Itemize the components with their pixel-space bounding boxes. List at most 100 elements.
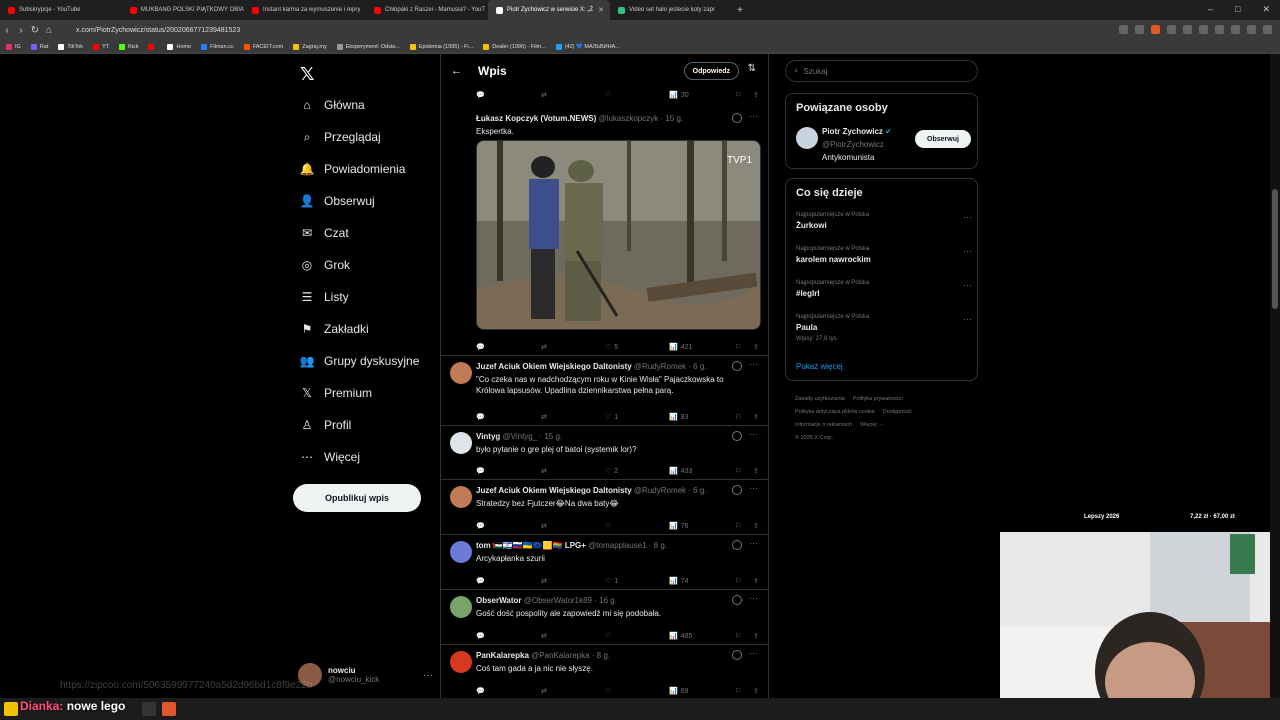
app-icon[interactable] <box>142 702 156 716</box>
reload-icon[interactable]: ↻ <box>28 25 42 36</box>
trend-item[interactable]: Najpopularniejsze w Polska karolem nawroc… <box>796 246 972 264</box>
bookmark-item[interactable]: Kick <box>119 43 138 50</box>
close-tab-icon[interactable]: ✕ <box>598 6 604 14</box>
tweet-author-name[interactable]: Łukasz Kopczyk (Votum.NEWS) <box>476 114 596 123</box>
browser-tab[interactable]: Piotr Zychowicz w serwisie X: „Ż ✕ <box>488 0 610 20</box>
tweet-author-name[interactable]: tom 🇵🇸🇮🇱🇷🇺🇺🇦🇪🇺🟨🏳️‍🌈 LPG+ <box>476 541 586 550</box>
like-icon[interactable]: ♡ 1 <box>605 577 669 586</box>
grok-icon[interactable] <box>732 595 742 605</box>
more-icon[interactable]: ··· <box>749 429 758 439</box>
reply-icon[interactable]: 💬 <box>476 343 541 351</box>
trend-item[interactable]: Najpopularniejsze w Polska #leglrl ··· <box>796 280 972 298</box>
new-tab-button[interactable]: + <box>732 5 748 16</box>
footer-link[interactable]: Informacje o reklamach <box>795 422 852 428</box>
share-icon[interactable]: ⇪ <box>753 522 759 530</box>
like-icon[interactable]: ♡ <box>605 632 669 640</box>
home-icon[interactable]: ⌂ <box>42 25 56 36</box>
sidebar-item-lists[interactable]: ☰ Listy <box>300 285 349 309</box>
footer-link[interactable]: Więcej ··· <box>860 422 884 428</box>
like-icon[interactable]: ♡ <box>605 91 669 99</box>
share-icon[interactable]: ⇪ <box>753 343 759 351</box>
sidebar-item-communities[interactable]: 👥 Grupy dyskusyjne <box>300 349 420 373</box>
tweet[interactable]: ObserWator @ObserWator1k89 · 16 g. ··· Goś… <box>441 590 768 645</box>
minimize-button[interactable]: – <box>1208 4 1213 15</box>
more-icon[interactable]: ··· <box>749 648 758 658</box>
bookmark-icon[interactable]: ⚐ <box>735 343 753 351</box>
footer-link[interactable]: Polityka dotycząca plików cookie <box>795 409 875 415</box>
bookmark-item[interactable]: Home <box>167 43 191 50</box>
back-arrow-icon[interactable]: ‹ <box>0 25 14 36</box>
bookmark-item[interactable]: Zagraj.my <box>293 43 327 50</box>
more-icon[interactable]: ··· <box>963 280 972 290</box>
filter-icon[interactable]: ⇅ <box>748 63 756 74</box>
extension-icon[interactable] <box>1231 25 1240 34</box>
tweet[interactable]: Juzef Aciuk Okiem Wiejskiego Daltonisty … <box>441 356 768 426</box>
extension-icon[interactable] <box>1199 25 1208 34</box>
bookmark-icon[interactable]: ⚐ <box>735 687 753 695</box>
avatar[interactable] <box>450 541 472 563</box>
tweet[interactable]: Łukasz Kopczyk (Votum.NEWS) @lukaszkopcz… <box>441 108 768 356</box>
grok-icon[interactable] <box>732 113 742 123</box>
share-icon[interactable]: ⇪ <box>753 467 759 475</box>
views-icon[interactable]: 📊 74 <box>669 577 735 586</box>
sidebar-item-profile[interactable]: ♙ Profil <box>300 413 352 437</box>
avatar[interactable] <box>450 114 472 136</box>
avatar[interactable] <box>450 596 472 618</box>
views-icon[interactable]: 📊 433 <box>669 467 735 476</box>
more-icon[interactable]: ··· <box>963 314 972 324</box>
extension-icon[interactable] <box>1263 25 1272 34</box>
more-icon[interactable]: ··· <box>423 670 433 681</box>
bookmark-item[interactable] <box>148 43 157 50</box>
trend-item[interactable]: Najpopularniejsze w Polska Paula Wpisy: 27… <box>796 314 972 342</box>
tweet-media-image[interactable]: TVP1 <box>476 140 761 330</box>
avatar[interactable] <box>450 432 472 454</box>
x-logo-icon[interactable]: 𝕏 <box>300 64 315 85</box>
forward-arrow-icon[interactable]: › <box>14 25 28 36</box>
share-icon[interactable]: ⇪ <box>753 632 759 640</box>
back-arrow-icon[interactable]: ← <box>451 65 462 77</box>
sidebar-item-premium[interactable]: 𝕏 Premium <box>300 381 372 405</box>
bookmark-icon[interactable]: ⚐ <box>735 467 753 475</box>
extension-icon[interactable] <box>1119 25 1128 34</box>
extension-icon[interactable] <box>1151 25 1160 34</box>
post-button[interactable]: Opublikuj wpis <box>293 484 421 512</box>
tweet[interactable]: PanKalarepka @PanKalarepka · 8 g. ··· Coś … <box>441 645 768 698</box>
repost-icon[interactable]: ⇄ <box>541 413 605 421</box>
app-icon[interactable] <box>4 702 18 716</box>
like-icon[interactable]: ♡ 2 <box>605 467 669 476</box>
tweet-author-name[interactable]: PanKalarepka <box>476 651 529 660</box>
reply-button[interactable]: Odpowiedz <box>683 62 739 80</box>
bookmark-icon[interactable]: ⚐ <box>735 632 753 640</box>
more-icon[interactable]: ··· <box>749 359 758 369</box>
views-icon[interactable]: 📊 69 <box>669 687 735 696</box>
browser-tab[interactable]: Chłopaki z Raszei - Mamusia? - YouT <box>366 0 488 20</box>
reply-icon[interactable]: 💬 <box>476 522 541 530</box>
bookmark-item[interactable]: FACEIT.com <box>243 43 283 50</box>
more-icon[interactable]: ··· <box>749 538 758 548</box>
more-icon[interactable]: ··· <box>963 212 972 222</box>
views-icon[interactable]: 📊 421 <box>669 343 735 352</box>
sidebar-item-notifications[interactable]: 🔔 Powiadomienia <box>300 157 406 181</box>
more-icon[interactable]: ··· <box>749 483 758 493</box>
share-icon[interactable]: ⇪ <box>753 687 759 695</box>
extension-icon[interactable] <box>1215 25 1224 34</box>
reply-icon[interactable]: 💬 <box>476 91 541 99</box>
bookmark-icon[interactable]: ⚐ <box>735 522 753 530</box>
repost-icon[interactable]: ⇄ <box>541 577 605 585</box>
share-icon[interactable]: ⇪ <box>753 577 759 585</box>
extension-icon[interactable] <box>1183 25 1192 34</box>
tweet[interactable]: tom 🇵🇸🇮🇱🇷🇺🇺🇦🇪🇺🟨🏳️‍🌈 LPG+ @tomapplause1 ·… <box>441 535 768 590</box>
more-icon[interactable]: ··· <box>749 593 758 603</box>
bookmark-icon[interactable]: ⚐ <box>735 91 753 99</box>
tweet[interactable]: Vintyg @Vintyg_ · 15 g. ··· było pytanie o… <box>441 426 768 480</box>
reply-icon[interactable]: 💬 <box>476 687 541 695</box>
avatar[interactable] <box>796 127 818 149</box>
extension-icon[interactable] <box>1167 25 1176 34</box>
repost-icon[interactable]: ⇄ <box>541 91 605 99</box>
share-icon[interactable]: ⇪ <box>753 413 759 421</box>
tweet[interactable]: Juzef Aciuk Okiem Wiejskiego Daltonisty … <box>441 480 768 535</box>
more-icon[interactable]: ··· <box>749 111 758 121</box>
views-icon[interactable]: 📊 83 <box>669 413 735 422</box>
extension-icon[interactable] <box>1247 25 1256 34</box>
grok-icon[interactable] <box>732 540 742 550</box>
